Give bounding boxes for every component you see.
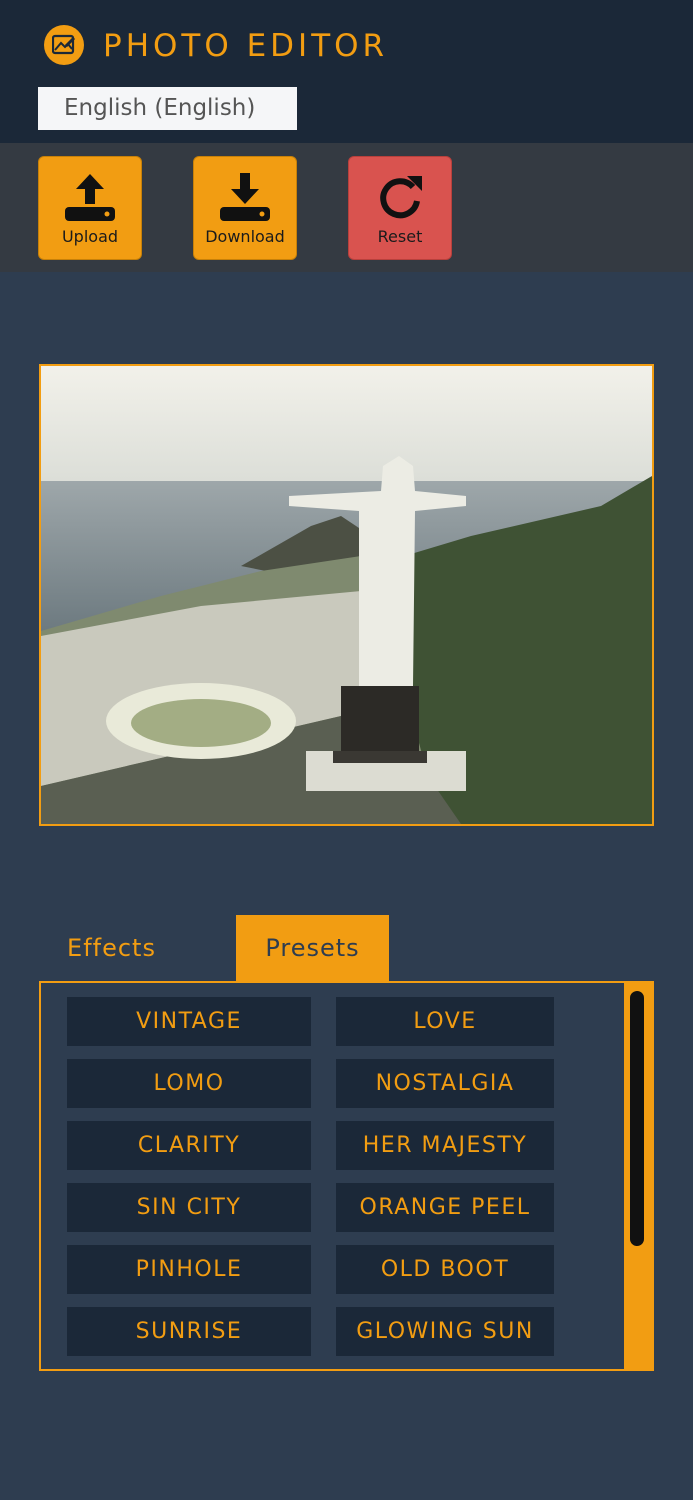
download-button[interactable]: Download bbox=[193, 156, 297, 260]
preset-her-majesty[interactable]: HER MAJESTY bbox=[336, 1121, 554, 1170]
upload-icon bbox=[63, 171, 117, 227]
photo-canvas[interactable] bbox=[39, 364, 654, 826]
scrollbar-thumb[interactable] bbox=[630, 991, 644, 1246]
redo-icon bbox=[373, 171, 427, 227]
upload-button[interactable]: Upload bbox=[38, 156, 142, 260]
preset-lomo[interactable]: LOMO bbox=[67, 1059, 311, 1108]
reset-label: Reset bbox=[377, 227, 423, 246]
preset-old-boot[interactable]: OLD BOOT bbox=[336, 1245, 554, 1294]
scrollbar-track[interactable] bbox=[624, 983, 652, 1369]
preset-love[interactable]: LOVE bbox=[336, 997, 554, 1046]
tab-effects[interactable]: Effects bbox=[39, 915, 184, 981]
toolbar: Upload Download Reset bbox=[0, 143, 693, 272]
tab-presets[interactable]: Presets bbox=[236, 915, 389, 981]
preset-pinhole[interactable]: PINHOLE bbox=[67, 1245, 311, 1294]
preset-orange-peel[interactable]: ORANGE PEEL bbox=[336, 1183, 554, 1232]
preset-clarity[interactable]: CLARITY bbox=[67, 1121, 311, 1170]
image-edit-icon bbox=[44, 25, 84, 65]
preset-sin-city[interactable]: SIN CITY bbox=[67, 1183, 311, 1232]
reset-button[interactable]: Reset bbox=[348, 156, 452, 260]
preset-sunrise[interactable]: SUNRISE bbox=[67, 1307, 311, 1356]
upload-label: Upload bbox=[61, 227, 119, 246]
download-label: Download bbox=[205, 227, 285, 246]
app-header: PHOTO EDITOR English (English) bbox=[0, 0, 693, 143]
download-icon bbox=[218, 171, 272, 227]
presets-panel: VINTAGE LOVE LOMO NOSTALGIA CLARITY HER … bbox=[39, 981, 654, 1371]
preset-nostalgia[interactable]: NOSTALGIA bbox=[336, 1059, 554, 1108]
photo-image bbox=[41, 366, 652, 824]
language-select[interactable]: English (English) bbox=[38, 87, 297, 130]
preset-glowing-sun[interactable]: GLOWING SUN bbox=[336, 1307, 554, 1356]
app-title: PHOTO EDITOR bbox=[103, 28, 389, 64]
preset-vintage[interactable]: VINTAGE bbox=[67, 997, 311, 1046]
